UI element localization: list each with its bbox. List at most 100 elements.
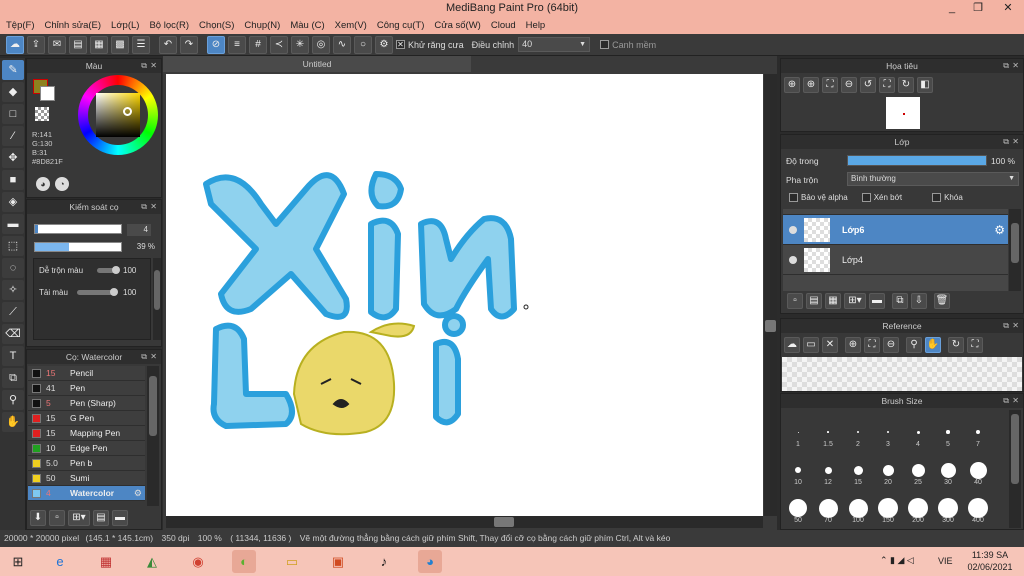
brush-item[interactable]: 15 Mapping Pen (28, 426, 145, 441)
merge-down-icon[interactable]: ⇩ (911, 293, 927, 309)
palette-settings-icon[interactable]: ◔ (55, 177, 69, 191)
brush-size-cell[interactable]: 5 (933, 412, 963, 450)
download-brush-icon[interactable]: ⬇ (30, 510, 46, 526)
brush-item[interactable]: 15 G Pen (28, 411, 145, 426)
brush-size-cell[interactable]: 1 (783, 412, 813, 450)
rotate-icon[interactable]: ↻ (948, 337, 964, 353)
brush-item[interactable]: 10 Edge Pen (28, 441, 145, 456)
adjust-select[interactable]: 40 ▼ (518, 37, 591, 52)
brush-size-cell[interactable]: 25 (903, 450, 933, 488)
rect-tool-icon[interactable]: □ (2, 104, 24, 124)
minimize-button[interactable]: _ (938, 0, 966, 17)
share-icon[interactable]: ⇪ (27, 35, 45, 54)
navigator-preview[interactable] (886, 97, 920, 129)
brush-settings-icon[interactable]: ▤ (93, 510, 109, 526)
canvas-horizontal-scrollbar[interactable] (166, 516, 763, 528)
menu-snap[interactable]: Chụp(N) (244, 20, 280, 31)
file-explorer-icon[interactable]: ▭ (280, 550, 304, 573)
zoom-out-icon[interactable]: ⊖ (841, 77, 857, 93)
cross-snap-icon[interactable]: # (249, 35, 267, 54)
blend-slider[interactable] (97, 266, 120, 274)
menu-edit[interactable]: Chỉnh sửa(E) (45, 20, 102, 31)
text-tool-icon[interactable]: T (2, 346, 24, 366)
open-folder-icon[interactable]: ▭ (803, 337, 819, 353)
brush-control-scrollbar[interactable] (153, 258, 161, 340)
rotate-left-icon[interactable]: ↺ (860, 77, 876, 93)
secondary-color-swatch[interactable] (40, 86, 55, 101)
hand-icon[interactable]: ✋ (925, 337, 941, 353)
folder-icon[interactable]: ▬ (869, 293, 885, 309)
menu-help[interactable]: Help (526, 20, 546, 31)
panel-close-icon[interactable]: ✕ (1012, 394, 1019, 408)
dot-tool-icon[interactable]: ⁄ (2, 126, 24, 146)
panel-popout-icon[interactable]: ⧉ (1003, 135, 1009, 149)
snap-off-icon[interactable]: ⊘ (207, 35, 225, 54)
zoom-in-icon[interactable]: ⊕ (845, 337, 861, 353)
layer-blend-select[interactable]: Bình thường ▼ (847, 172, 1019, 186)
panel-popout-icon[interactable]: ⧉ (1003, 59, 1009, 73)
tray-icons[interactable]: ⌃ ▮ ◢ ◁ (880, 555, 914, 566)
menu-file[interactable]: Tệp(F) (6, 20, 35, 31)
tiktok-icon[interactable]: ♪ (372, 550, 396, 573)
menu-filter[interactable]: Bộ lọc(R) (149, 20, 189, 31)
redo-icon[interactable]: ↷ (180, 35, 198, 54)
ellipse-snap-icon[interactable]: ○ (354, 35, 372, 54)
duplicate-layer-icon[interactable]: ⧉ (892, 293, 908, 309)
menu-window[interactable]: Cửa số(W) (434, 20, 480, 31)
brush-size-cell[interactable]: 20 (873, 450, 903, 488)
list-icon[interactable]: ☰ (132, 35, 150, 54)
fill-rect-icon[interactable]: ■ (2, 170, 24, 190)
menu-select[interactable]: Chọn(S) (199, 20, 234, 31)
layer-row[interactable]: Lớp4 (783, 245, 1008, 275)
color-wheel[interactable] (78, 75, 158, 155)
close-button[interactable]: ✕ (994, 0, 1022, 17)
eye-icon[interactable] (789, 255, 797, 264)
canvas-vertical-scrollbar[interactable] (764, 74, 777, 516)
medibang-icon[interactable]: ◕ (418, 550, 442, 573)
grid-icon[interactable]: ▩ (111, 35, 129, 54)
protect-alpha-checkbox[interactable] (789, 193, 798, 202)
add-brush-icon[interactable]: ⊞▾ (68, 510, 90, 526)
brush-size-cell[interactable]: 100 (843, 488, 873, 526)
brush-size-cell[interactable]: 300 (933, 488, 963, 526)
eye-icon[interactable] (789, 225, 797, 234)
menu-view[interactable]: Xem(V) (335, 20, 367, 31)
panel-popout-icon[interactable]: ⧉ (141, 350, 147, 364)
canvas[interactable] (166, 74, 763, 516)
brush-size-cell[interactable]: 70 (813, 488, 843, 526)
layer-opacity-slider[interactable] (847, 155, 987, 166)
brush-item[interactable]: 41 Pen (28, 381, 145, 396)
fit-icon[interactable]: ⛶ (822, 77, 838, 93)
brush-size-cell[interactable]: 50 (783, 488, 813, 526)
brush-size-scrollbar[interactable] (1009, 410, 1021, 528)
panel-popout-icon[interactable]: ⧉ (141, 59, 147, 73)
radial-snap-icon[interactable]: ✳ (291, 35, 309, 54)
brush-size-cell[interactable]: 200 (903, 488, 933, 526)
folder-icon[interactable]: ▬ (112, 510, 128, 526)
antialias-checkbox[interactable]: ✕ (396, 40, 405, 49)
curve-snap-icon[interactable]: ∿ (333, 35, 351, 54)
menu-cloud[interactable]: Cloud (491, 20, 516, 31)
lock-checkbox[interactable] (932, 193, 942, 202)
new-halftone-layer-icon[interactable]: ▤ (806, 293, 822, 309)
comment-icon[interactable]: ✉ (48, 35, 66, 54)
brush-size-cell[interactable]: 3 (873, 412, 903, 450)
brush-size-cell[interactable]: 15 (843, 450, 873, 488)
select-pen-icon[interactable]: ⟋ (2, 302, 24, 322)
transparent-swatch[interactable] (35, 107, 49, 121)
brush-size-cell[interactable]: 150 (873, 488, 903, 526)
palette-icon[interactable]: ◕ (36, 177, 50, 191)
hand-tool-icon[interactable]: ✋ (2, 412, 24, 432)
lasso-tool-icon[interactable]: ◌ (2, 258, 24, 278)
brush-tool-icon[interactable]: ✎ (2, 60, 24, 80)
taskbar-lang[interactable]: VIE (938, 556, 953, 566)
vanish-snap-icon[interactable]: ≺ (270, 35, 288, 54)
brush-item-selected[interactable]: 4 Watercolor ⚙ (28, 486, 145, 501)
brush-item[interactable]: 5 Pen (Sharp) (28, 396, 145, 411)
cloud-icon[interactable]: ☁ (6, 35, 24, 54)
edge-browser-icon[interactable]: e (48, 550, 72, 573)
delete-layer-icon[interactable]: 🗑 (934, 293, 950, 309)
brush-size-cell[interactable]: 7 (963, 412, 993, 450)
gear-icon[interactable]: ⚙ (994, 223, 1005, 237)
magic-wand-icon[interactable]: ✧ (2, 280, 24, 300)
